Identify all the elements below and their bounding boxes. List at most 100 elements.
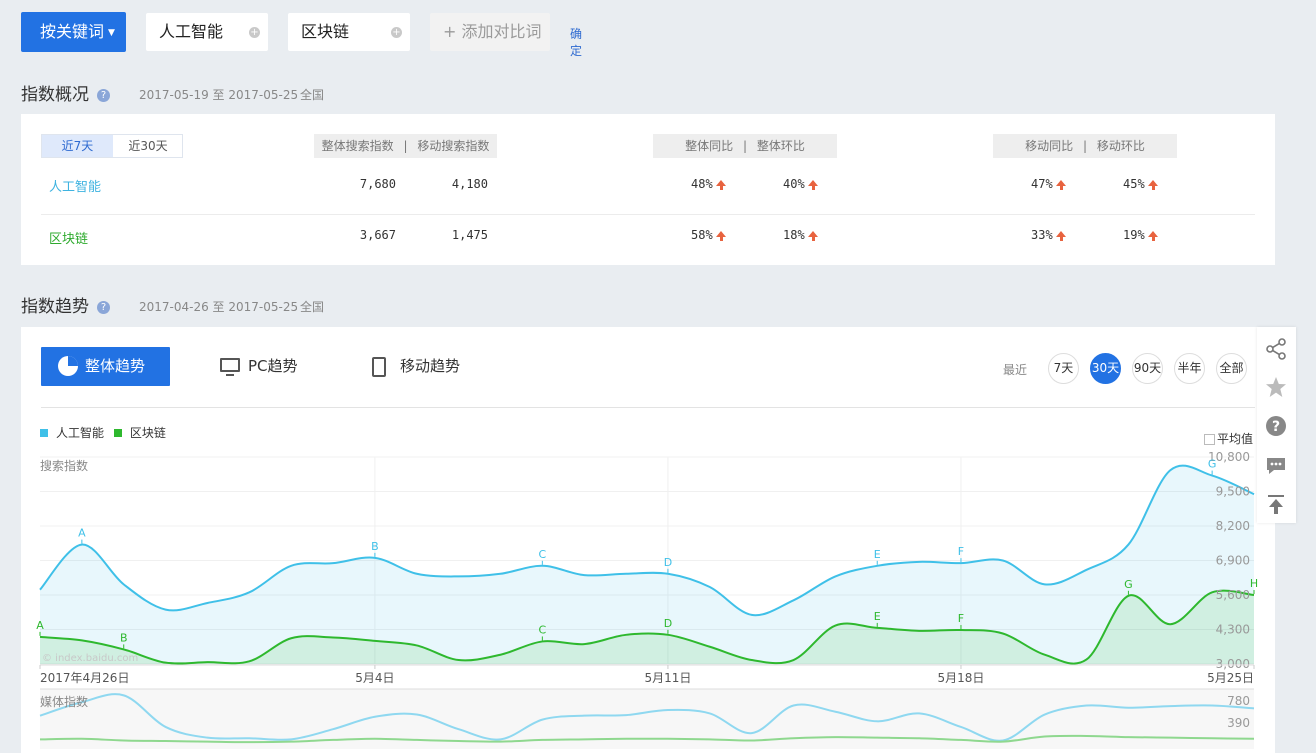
add-compare-label: 添加对比词 xyxy=(461,22,542,41)
period-7days[interactable]: 7天 xyxy=(1048,353,1079,384)
row-search-value: 7,680 xyxy=(359,177,396,191)
legend-swatch xyxy=(113,429,122,437)
annotation-label: B xyxy=(120,631,128,644)
arrow-up-icon xyxy=(715,180,726,190)
trend-chart: 搜索指数 3,000 4,300 5,600 6,900 8,200 9,500 10,800… xyxy=(36,450,1258,749)
series-line xyxy=(39,589,1255,665)
tab-30days[interactable]: 近30天 xyxy=(113,135,183,157)
view-overall-button[interactable]: 整体趋势 xyxy=(41,347,170,386)
overview-title: 指数概况? xyxy=(21,80,110,105)
overview-card: 近7天 近30天 整体搜索指数 | 移动搜索指数 整体同比 | 整体环比 移动同… xyxy=(21,114,1275,265)
row-mobile-mom-value: 45% xyxy=(1123,177,1145,191)
x-tick-label: 2017年4月26日 xyxy=(40,671,129,685)
star-icon[interactable] xyxy=(1265,376,1287,398)
row-mom-value: 40% xyxy=(783,177,805,191)
period-half-year[interactable]: 半年 xyxy=(1174,353,1205,384)
help-icon[interactable]: ? xyxy=(97,89,110,102)
row-keyword-ai[interactable]: 人工智能 xyxy=(49,176,101,195)
keyword-mode-button[interactable]: 按关键词 ▼ xyxy=(21,12,126,52)
row-mom: 40% xyxy=(783,177,818,191)
side-toolbar: ? xyxy=(1257,327,1296,523)
legend-label: 人工智能 xyxy=(56,426,105,440)
header-search: 整体搜索指数 xyxy=(321,139,394,153)
row-mobile-yoy-value: 33% xyxy=(1031,228,1053,242)
arrow-up-icon xyxy=(1055,231,1066,241)
overview-tabs: 近7天 近30天 xyxy=(41,134,183,158)
overview-region: 全国 xyxy=(300,88,325,102)
svg-text:?: ? xyxy=(1272,419,1280,435)
header-search-index: 整体搜索指数 | 移动搜索指数 xyxy=(314,134,497,158)
arrow-up-icon xyxy=(1147,231,1158,241)
media-series-line xyxy=(39,693,1255,742)
annotation-label: C xyxy=(539,548,547,561)
arrow-up-icon xyxy=(1055,180,1066,190)
row-mobile-mom: 19% xyxy=(1123,228,1158,242)
confirm-link[interactable]: 确定 xyxy=(570,25,582,59)
share-icon[interactable] xyxy=(1265,338,1287,360)
media-series-line xyxy=(39,734,1255,744)
media-tick-label: 780 xyxy=(1227,694,1250,708)
header-mobile-change: 移动同比 | 移动环比 xyxy=(993,134,1177,158)
annotation-label: F xyxy=(958,612,964,625)
keyword-input-2[interactable]: 区块链 + xyxy=(288,13,410,51)
trend-card: 整体趋势 PC趋势 移动趋势 最近 7天 30天 90天 半年 全部 人工智能 … xyxy=(21,327,1275,753)
add-compare-button[interactable]: + 添加对比词 xyxy=(430,13,550,51)
legend-label: 区块链 xyxy=(129,426,166,440)
y-tick-label: 10,800 xyxy=(1208,450,1250,464)
overview-title-text: 指数概况 xyxy=(21,85,89,105)
view-pc-label: PC趋势 xyxy=(248,357,298,375)
help-icon[interactable]: ? xyxy=(97,301,110,314)
series-line xyxy=(39,464,1255,617)
series-area xyxy=(40,465,1254,664)
checkbox-icon[interactable] xyxy=(1204,434,1215,445)
header-mom: 整体环比 xyxy=(756,139,805,153)
annotation-label: D xyxy=(664,556,672,569)
row-mobile-yoy-value: 47% xyxy=(1031,177,1053,191)
period-90days[interactable]: 90天 xyxy=(1132,353,1163,384)
period-30days[interactable]: 30天 xyxy=(1090,353,1121,384)
y-tick-label: 8,200 xyxy=(1216,519,1250,533)
row-mom-value: 18% xyxy=(783,228,805,242)
help-circle-icon[interactable]: ? xyxy=(1265,415,1287,437)
caret-down-icon: ▼ xyxy=(108,28,115,38)
row-keyword-blockchain[interactable]: 区块链 xyxy=(49,228,88,247)
legend-item-blockchain[interactable]: 区块链 xyxy=(113,426,166,440)
media-tick-label: 390 xyxy=(1227,716,1250,730)
row-mom: 18% xyxy=(783,228,818,242)
annotation-label: A xyxy=(78,527,86,540)
keyword-input-1[interactable]: 人工智能 + xyxy=(146,13,268,51)
media-chart-bg xyxy=(40,689,1254,749)
annotation-label: D xyxy=(664,617,672,630)
row-yoy-value: 48% xyxy=(691,177,713,191)
arrow-up-icon xyxy=(807,180,818,190)
annotation-label: E xyxy=(874,548,881,561)
row-yoy-value: 58% xyxy=(691,228,713,242)
annotation-label: G xyxy=(1124,578,1133,591)
comment-icon[interactable] xyxy=(1265,455,1287,477)
view-pc-button[interactable]: PC趋势 xyxy=(220,347,298,386)
y-tick-label: 9,500 xyxy=(1216,485,1250,499)
row-divider xyxy=(41,214,1255,215)
add-icon: + xyxy=(443,22,462,41)
y-tick-label: 5,600 xyxy=(1216,588,1250,602)
mobile-icon xyxy=(372,357,386,377)
trend-region: 全国 xyxy=(300,300,325,314)
header-sep: | xyxy=(742,139,748,153)
view-overall-label: 整体趋势 xyxy=(85,357,146,375)
view-mobile-button[interactable]: 移动趋势 xyxy=(372,347,460,386)
x-tick-label: 5月18日 xyxy=(938,671,985,685)
x-tick-label: 5月11日 xyxy=(644,671,691,685)
back-to-top-icon[interactable] xyxy=(1265,494,1287,516)
y-tick-label: 6,900 xyxy=(1216,554,1250,568)
y-tick-label: 3,000 xyxy=(1216,657,1250,671)
row-search-value: 3,667 xyxy=(359,228,396,242)
annotation-label: A xyxy=(36,619,44,632)
keyword-mode-label: 按关键词 xyxy=(40,22,105,41)
plus-icon[interactable]: + xyxy=(249,27,260,38)
legend-item-ai[interactable]: 人工智能 xyxy=(40,426,104,440)
x-tick-label: 5月25日 xyxy=(1207,671,1254,685)
average-toggle[interactable]: 平均值 xyxy=(1204,430,1253,447)
tab-7days[interactable]: 近7天 xyxy=(42,135,113,157)
period-all[interactable]: 全部 xyxy=(1216,353,1247,384)
plus-icon[interactable]: + xyxy=(391,27,402,38)
